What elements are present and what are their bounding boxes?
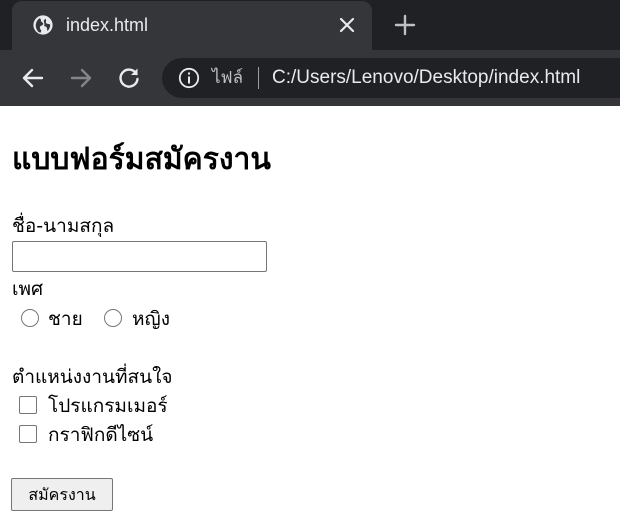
position-option-programmer[interactable]: โปรแกรมเมอร์ bbox=[48, 393, 168, 419]
gender-radio-male[interactable] bbox=[21, 309, 39, 327]
browser-toolbar: ไฟล์ C:/Users/Lenovo/Desktop/index.html bbox=[0, 50, 620, 106]
arrow-right-icon[interactable] bbox=[68, 65, 94, 91]
gender-option-male[interactable]: ชาย bbox=[48, 306, 83, 332]
browser-tab[interactable]: index.html bbox=[12, 1, 372, 50]
page-title: แบบฟอร์มสมัครงาน bbox=[12, 142, 271, 177]
gender-option-female[interactable]: หญิง bbox=[132, 306, 170, 332]
arrow-left-icon[interactable] bbox=[20, 65, 46, 91]
name-label: ชื่อ-นามสกุล bbox=[12, 215, 115, 237]
reload-icon[interactable] bbox=[116, 65, 142, 91]
page-content: แบบฟอร์มสมัครงาน ชื่อ-นามสกุล เพศ ชาย หญ… bbox=[0, 106, 620, 517]
info-icon[interactable] bbox=[178, 67, 200, 89]
plus-icon[interactable] bbox=[393, 13, 417, 37]
file-scheme-label: ไฟล์ bbox=[212, 68, 244, 88]
name-input[interactable] bbox=[12, 241, 267, 272]
tab-title: index.html bbox=[66, 15, 149, 35]
close-icon[interactable] bbox=[338, 16, 356, 34]
position-checkbox-programmer[interactable] bbox=[19, 396, 37, 414]
position-option-graphic-design[interactable]: กราฟิกดีไซน์ bbox=[48, 422, 153, 448]
omnibox-divider bbox=[258, 67, 259, 89]
position-label: ตำแหน่งงานที่สนใจ bbox=[12, 366, 173, 388]
url-text[interactable]: C:/Users/Lenovo/Desktop/index.html bbox=[272, 66, 580, 90]
gender-label: เพศ bbox=[12, 278, 44, 300]
gender-radio-female[interactable] bbox=[104, 309, 122, 327]
browser-tabstrip: index.html bbox=[0, 0, 620, 50]
position-checkbox-graphic-design[interactable] bbox=[19, 425, 37, 443]
submit-button[interactable]: สมัครงาน bbox=[11, 478, 113, 511]
globe-icon bbox=[33, 15, 53, 35]
address-bar[interactable]: ไฟล์ C:/Users/Lenovo/Desktop/index.html bbox=[162, 58, 620, 98]
